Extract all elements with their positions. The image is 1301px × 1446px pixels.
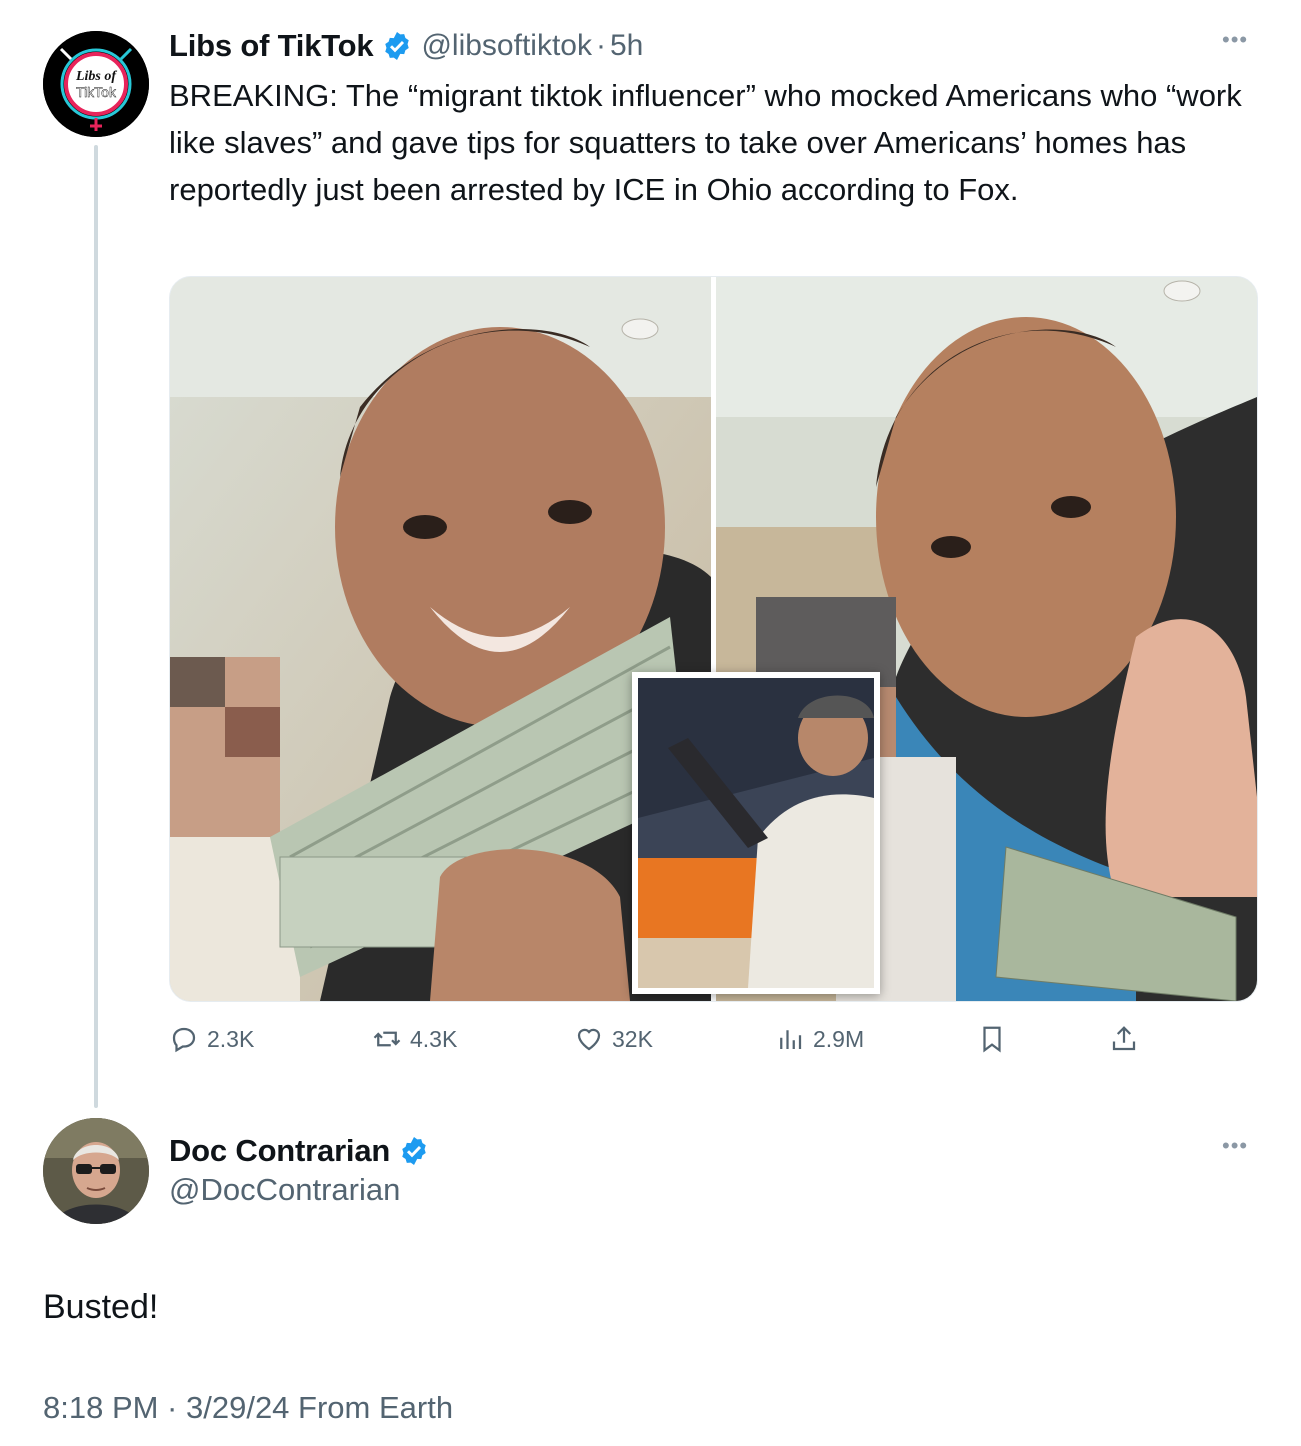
reply-display-name[interactable]: Doc Contrarian — [169, 1133, 390, 1169]
parent-time[interactable]: 5h — [610, 29, 643, 63]
like-count: 32K — [612, 1025, 653, 1052]
bookmark-icon — [983, 1026, 1001, 1053]
view-count: 2.9M — [813, 1025, 865, 1052]
reply-bubble-icon — [172, 1027, 196, 1053]
more-options-button[interactable]: ••• — [1222, 27, 1249, 52]
reply-count: 2.3K — [207, 1025, 255, 1052]
verified-badge-icon — [385, 32, 410, 60]
tweet-media[interactable] — [169, 276, 1258, 1002]
avatar-logo: Libs of TikTok — [43, 31, 149, 137]
separator-dot: · — [595, 29, 606, 62]
tweet-action-bar: 2.3K 4.3K 32K 2.9M — [169, 1018, 1259, 1062]
repost-icon — [373, 1031, 401, 1047]
share-upload-icon — [1112, 1026, 1136, 1051]
repost-button[interactable]: 4.3K — [372, 1024, 457, 1054]
doc-contrarian-avatar[interactable] — [43, 1118, 149, 1224]
reply-button[interactable]: 2.3K — [169, 1024, 254, 1054]
svg-text:TikTok: TikTok — [76, 84, 117, 100]
bookmark-button[interactable] — [977, 1024, 1007, 1054]
media-image-left[interactable] — [170, 277, 711, 1001]
parent-handle[interactable]: @libsoftiktok — [421, 29, 592, 63]
media-inset-photo — [632, 672, 880, 994]
more-options-button[interactable]: ••• — [1222, 1133, 1249, 1158]
more-dots-icon: ••• — [1222, 27, 1249, 52]
parent-display-name[interactable]: Libs of TikTok — [169, 28, 374, 64]
like-button[interactable]: 32K — [574, 1024, 653, 1054]
parent-tweet-header: Libs of TikTok @libsoftiktok · 5h — [169, 26, 643, 66]
views-button[interactable]: 2.9M — [775, 1024, 864, 1054]
views-chart-icon — [780, 1030, 802, 1049]
more-dots-icon: ••• — [1222, 1133, 1249, 1158]
libs-of-tiktok-avatar[interactable]: Libs of TikTok — [43, 31, 149, 137]
verified-badge-icon — [402, 1137, 426, 1165]
repost-count: 4.3K — [410, 1025, 458, 1052]
svg-text:Libs of: Libs of — [75, 69, 117, 84]
parent-tweet-text: BREAKING: The “migrant tiktok influencer… — [169, 78, 1242, 207]
reply-timestamp[interactable]: 8:18 PM · 3/29/24 From Earth — [43, 1390, 453, 1426]
share-button[interactable] — [1109, 1024, 1139, 1054]
reply-tweet-header: Doc Contrarian — [169, 1130, 438, 1172]
reply-tweet-text: Busted! — [43, 1288, 159, 1326]
heart-icon — [577, 1028, 601, 1051]
reply-handle[interactable]: @DocContrarian — [169, 1172, 400, 1208]
thread-connector-line — [94, 145, 98, 1108]
